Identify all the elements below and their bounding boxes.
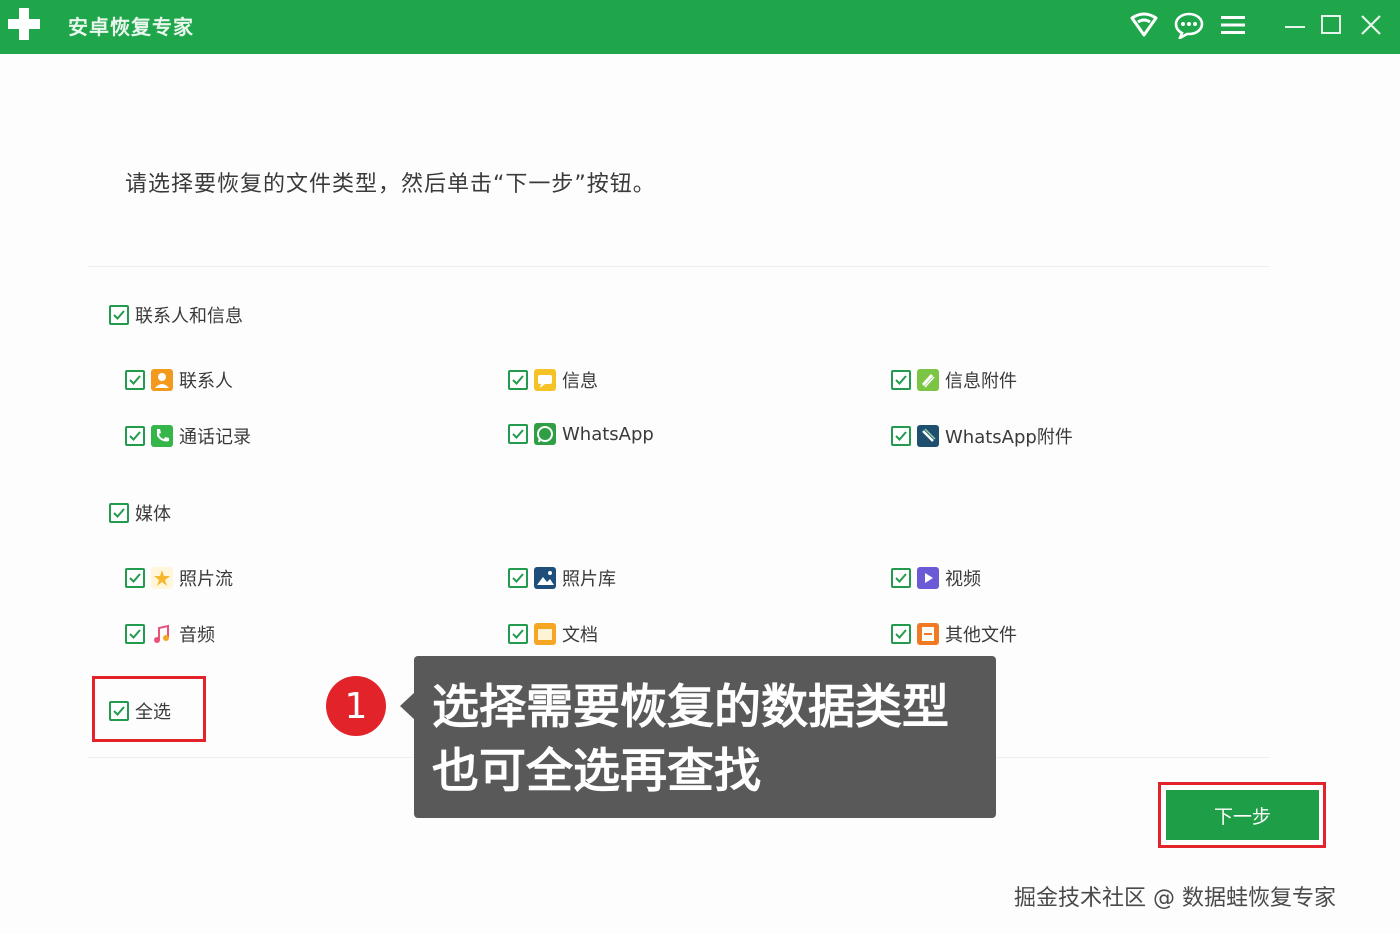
- app-title: 安卓恢复专家: [68, 15, 194, 39]
- file-type-label: 通话记录: [179, 427, 251, 448]
- watermark-text: 掘金技术社区 @ 数据蛙恢复专家: [1014, 886, 1336, 911]
- audio-icon: [151, 623, 173, 645]
- whatsapp-icon: [534, 423, 556, 445]
- checkbox[interactable]: [508, 370, 528, 390]
- group-label: 媒体: [135, 504, 171, 525]
- attachment-icon: [917, 369, 939, 391]
- callout-line-2: 也可全选再查找: [432, 744, 761, 799]
- callout-text: 选择需要恢复的数据类型 也可全选再查找: [432, 676, 949, 804]
- file-type-contacts[interactable]: 联系人: [125, 367, 233, 393]
- file-type-video[interactable]: 视频: [891, 565, 981, 591]
- instruction-text: 请选择要恢复的文件类型，然后单击“下一步”按钮。: [125, 172, 656, 197]
- checkbox[interactable]: [891, 568, 911, 588]
- checkbox[interactable]: [109, 305, 129, 325]
- file-type-label: WhatsApp: [562, 423, 654, 445]
- file-type-label: 信息: [562, 371, 598, 392]
- file-type-label: 信息附件: [945, 371, 1017, 392]
- checkbox[interactable]: [891, 624, 911, 644]
- file-type-photostream[interactable]: 照片流: [125, 565, 233, 591]
- wifi-icon[interactable]: [1128, 10, 1160, 40]
- checkbox[interactable]: [125, 370, 145, 390]
- message-icon: [534, 369, 556, 391]
- other-files-icon: [917, 623, 939, 645]
- checkbox[interactable]: [891, 426, 911, 446]
- checkbox[interactable]: [125, 568, 145, 588]
- close-icon[interactable]: [1355, 10, 1387, 40]
- chat-icon[interactable]: [1173, 10, 1205, 40]
- step-number-badge: 1: [326, 676, 386, 736]
- photo-library-icon: [534, 567, 556, 589]
- file-type-audio[interactable]: 音频: [125, 621, 215, 647]
- document-icon: [534, 623, 556, 645]
- checkbox[interactable]: [125, 426, 145, 446]
- file-type-label: 文档: [562, 625, 598, 646]
- annotation-callout: 选择需要恢复的数据类型 也可全选再查找: [400, 656, 996, 818]
- file-type-whatsapp-attachments[interactable]: WhatsApp附件: [891, 423, 1073, 449]
- file-type-whatsapp[interactable]: WhatsApp: [508, 423, 654, 445]
- app-logo-icon: [8, 8, 40, 40]
- file-type-message-attachments[interactable]: 信息附件: [891, 367, 1017, 393]
- menu-icon[interactable]: [1217, 10, 1249, 40]
- maximize-icon[interactable]: [1315, 10, 1347, 40]
- select-all-highlight: [92, 676, 206, 742]
- file-type-label: 其他文件: [945, 625, 1017, 646]
- checkbox[interactable]: [109, 503, 129, 523]
- file-type-label: 视频: [945, 569, 981, 590]
- whatsapp-attachment-icon: [917, 425, 939, 447]
- checkbox[interactable]: [508, 624, 528, 644]
- video-icon: [917, 567, 939, 589]
- next-button-highlight: [1158, 782, 1326, 848]
- group-media[interactable]: 媒体: [109, 500, 171, 526]
- title-bar: 安卓恢复专家: [0, 0, 1400, 54]
- checkbox[interactable]: [508, 568, 528, 588]
- contact-icon: [151, 369, 173, 391]
- file-type-documents[interactable]: 文档: [508, 621, 598, 647]
- file-type-label: 照片库: [562, 569, 616, 590]
- file-type-other-files[interactable]: 其他文件: [891, 621, 1017, 647]
- group-label: 联系人和信息: [135, 306, 243, 327]
- file-type-call-log[interactable]: 通话记录: [125, 423, 251, 449]
- file-type-label: 照片流: [179, 569, 233, 590]
- phone-icon: [151, 425, 173, 447]
- photostream-icon: [151, 567, 173, 589]
- callout-line-1: 选择需要恢复的数据类型: [432, 680, 949, 735]
- file-type-label: 联系人: [179, 371, 233, 392]
- file-type-label: WhatsApp附件: [945, 427, 1073, 448]
- group-contacts-messages[interactable]: 联系人和信息: [109, 302, 243, 328]
- checkbox[interactable]: [125, 624, 145, 644]
- checkbox[interactable]: [891, 370, 911, 390]
- checkbox[interactable]: [508, 424, 528, 444]
- file-type-label: 音频: [179, 625, 215, 646]
- file-type-messages[interactable]: 信息: [508, 367, 598, 393]
- file-type-photo-library[interactable]: 照片库: [508, 565, 616, 591]
- minimize-icon[interactable]: [1279, 10, 1311, 40]
